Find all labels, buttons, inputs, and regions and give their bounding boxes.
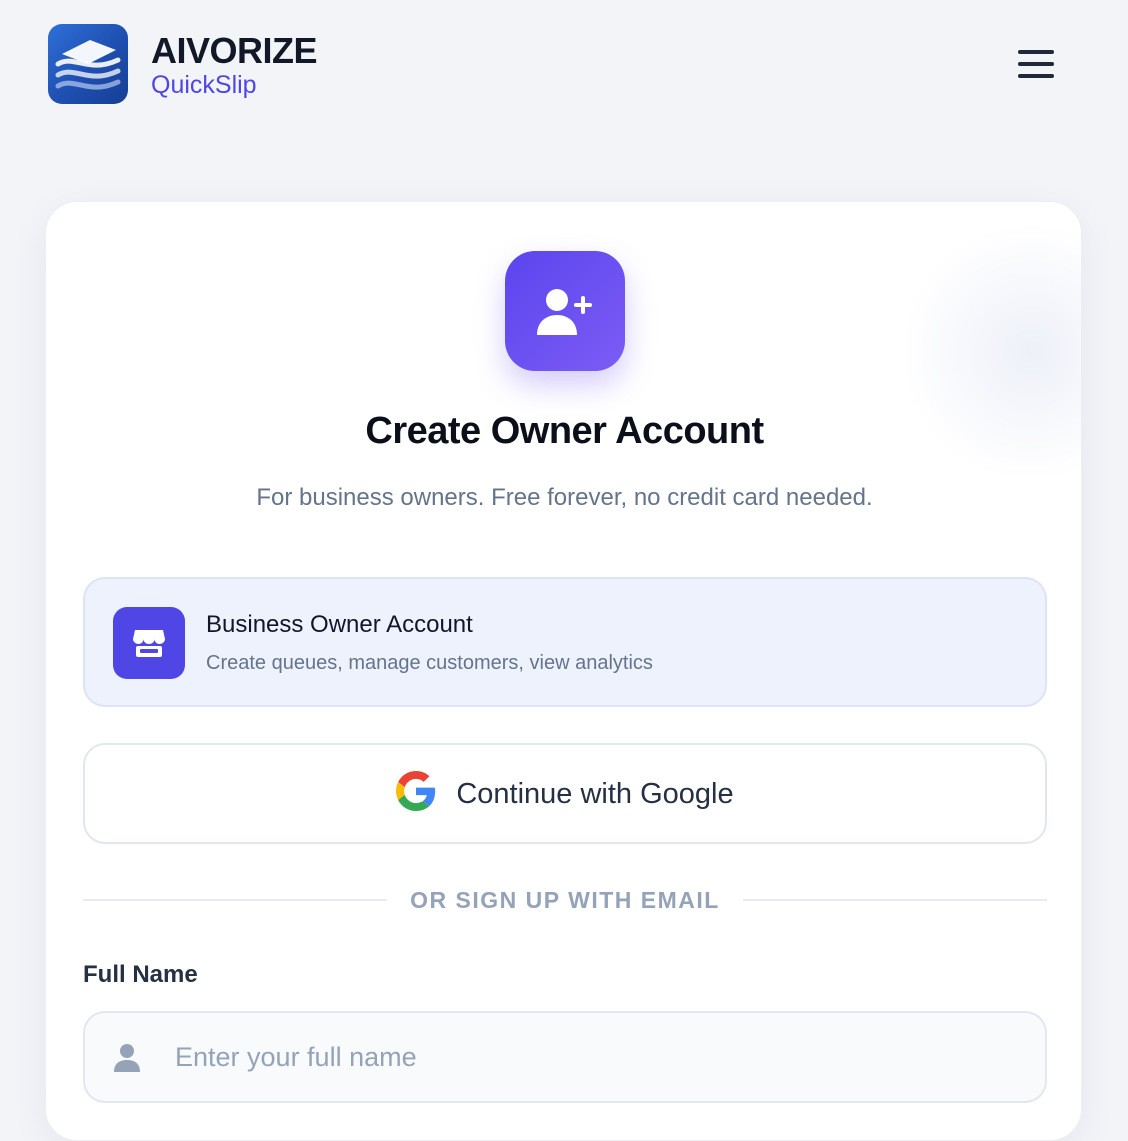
- user-plus-icon: [505, 251, 625, 371]
- full-name-input[interactable]: [173, 1013, 1033, 1101]
- hamburger-menu-icon[interactable]: [1010, 40, 1062, 88]
- logo-icon[interactable]: [48, 24, 128, 104]
- account-type-title: Business Owner Account: [206, 611, 473, 638]
- full-name-field[interactable]: [83, 1011, 1047, 1103]
- divider: OR SIGN UP WITH EMAIL: [83, 884, 1047, 916]
- app-header: AIVORIZE QuickSlip: [0, 0, 1128, 130]
- page-subtitle: For business owners. Free forever, no cr…: [256, 484, 873, 511]
- full-name-label: Full Name: [83, 961, 198, 988]
- account-type-card: Business Owner Account Create queues, ma…: [83, 577, 1047, 707]
- google-button-label: Continue with Google: [456, 777, 734, 810]
- account-type-description: Create queues, manage customers, view an…: [206, 652, 653, 674]
- brand-name: AIVORIZE: [151, 30, 318, 71]
- page-title: Create Owner Account: [365, 410, 764, 452]
- signup-card: Create Owner Account For business owners…: [45, 201, 1082, 1141]
- store-icon: [113, 607, 185, 679]
- divider-text: OR SIGN UP WITH EMAIL: [410, 887, 720, 913]
- user-icon: [113, 1043, 141, 1073]
- product-name: QuickSlip: [151, 71, 257, 99]
- google-icon: [396, 771, 436, 816]
- continue-with-google-button[interactable]: Continue with Google: [83, 743, 1047, 844]
